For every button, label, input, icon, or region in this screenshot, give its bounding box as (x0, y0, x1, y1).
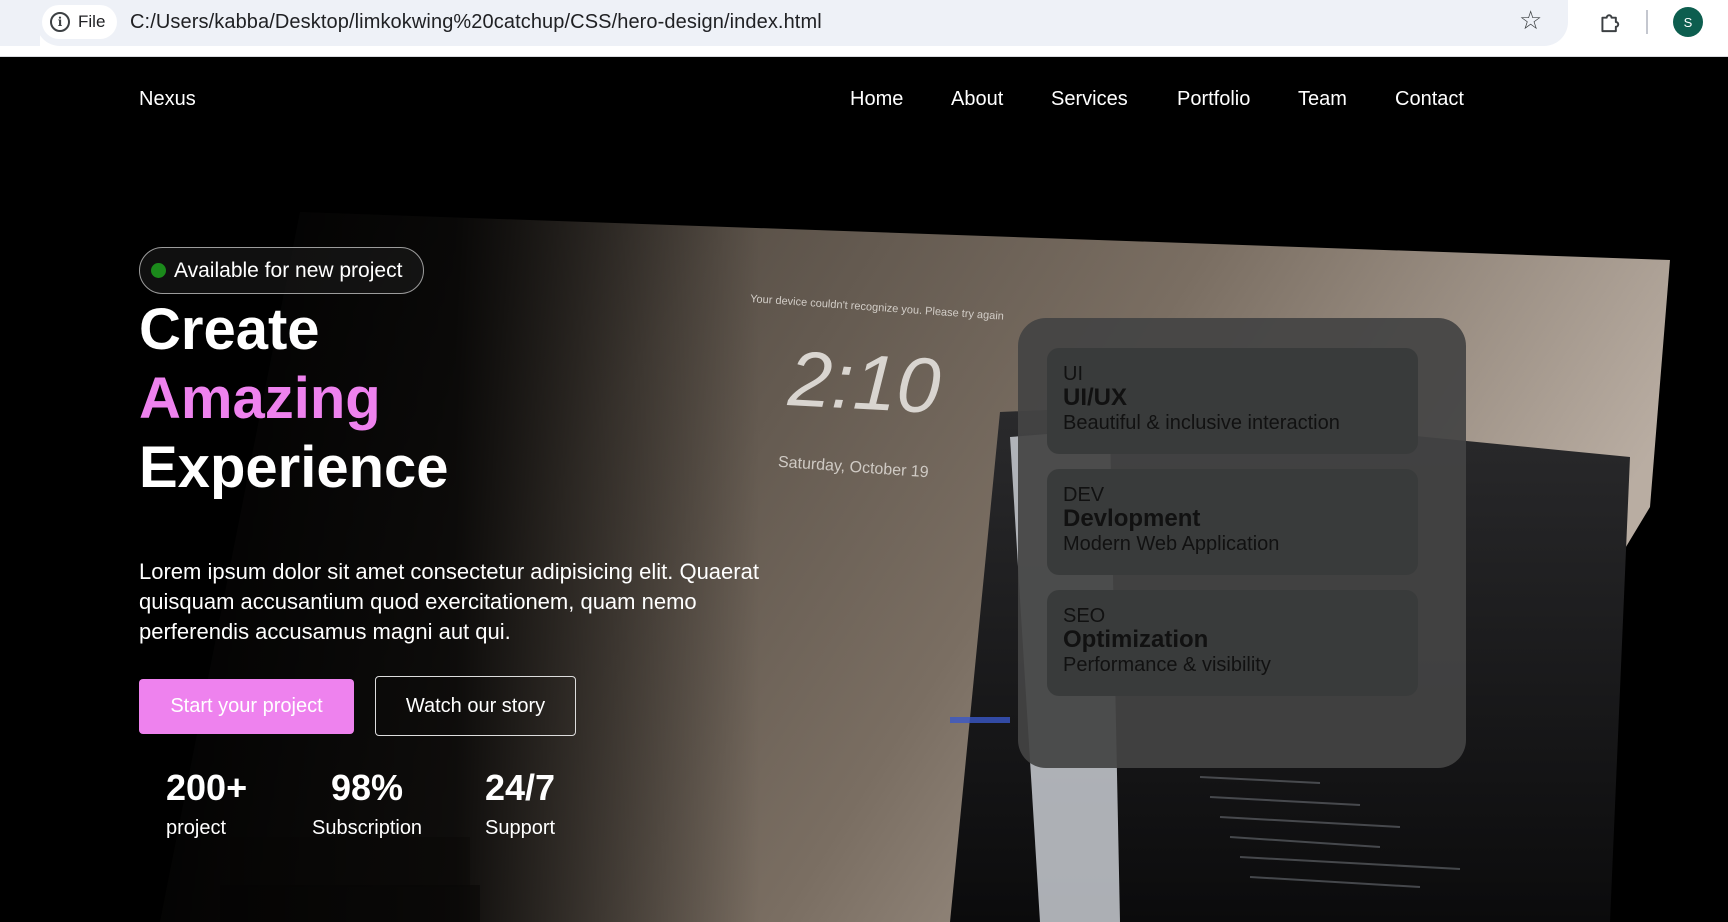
services-panel: UI UI/UX Beautiful & inclusive interacti… (1018, 318, 1466, 768)
url-text[interactable]: C:/Users/kabba/Desktop/limkokwing%20catc… (130, 11, 822, 34)
profile-avatar[interactable]: S (1673, 7, 1703, 37)
service-subtitle: Modern Web Application (1063, 533, 1280, 555)
site-info-label: File (78, 12, 106, 31)
service-subtitle: Performance & visibility (1063, 654, 1271, 676)
service-tag: SEO (1063, 605, 1106, 627)
watch-story-button[interactable]: Watch our story (375, 676, 576, 736)
address-bar[interactable]: i File C:/Users/kabba/Desktop/limkokwing… (0, 0, 1568, 46)
stat-value: 98% (331, 767, 404, 808)
nav-link-portfolio[interactable]: Portfolio (1177, 88, 1250, 111)
service-card-uiux[interactable]: UI UI/UX Beautiful & inclusive interacti… (1047, 348, 1418, 454)
nav-link-team[interactable]: Team (1298, 88, 1347, 111)
stat-label: Subscription (312, 817, 423, 839)
availability-text: Available for new project (174, 258, 403, 282)
service-subtitle: Beautiful & inclusive interaction (1063, 412, 1340, 434)
headline-line-1: Create (139, 297, 320, 362)
stat-value: 24/7 (485, 767, 556, 808)
headline-line-3: Experience (139, 435, 449, 500)
bookmark-star-icon[interactable]: ☆ (1519, 6, 1542, 36)
service-title: Optimization (1063, 626, 1209, 653)
stat-label: project (166, 817, 227, 839)
info-icon: i (50, 12, 70, 32)
stat-label: Support (485, 817, 556, 839)
service-title: Devlopment (1063, 505, 1201, 532)
service-tag: DEV (1063, 484, 1105, 506)
status-dot-icon (151, 263, 166, 278)
service-card-development[interactable]: DEV Devlopment Modern Web Application (1047, 469, 1418, 575)
headline-line-2: Amazing (139, 366, 381, 431)
stat-projects: 200+ project (166, 767, 247, 840)
extensions-puzzle-icon[interactable] (1597, 9, 1623, 35)
photo-clock-time: 2:10 (785, 334, 942, 430)
toolbar-divider (1646, 10, 1648, 34)
stat-subscription: 98% Subscription (312, 767, 422, 840)
nav-link-contact[interactable]: Contact (1395, 88, 1464, 111)
availability-badge: Available for new project (139, 247, 425, 294)
stat-support: 24/7 Support (485, 767, 555, 840)
nav-link-home[interactable]: Home (850, 88, 903, 111)
hero-page: 2:10 Saturday, October 19 Your device co… (0, 57, 1728, 922)
nav-link-about[interactable]: About (951, 88, 1003, 111)
browser-toolbar: ↻ i File C:/Users/kabba/Desktop/limkokwi… (0, 0, 1728, 57)
start-project-button[interactable]: Start your project (139, 679, 354, 734)
hero-description: Lorem ipsum dolor sit amet consectetur a… (139, 559, 759, 644)
site-logo[interactable]: Nexus (139, 88, 196, 111)
site-info-chip[interactable]: i File (42, 5, 118, 39)
service-card-optimization[interactable]: SEO Optimization Performance & visibilit… (1047, 590, 1418, 696)
nav-link-services[interactable]: Services (1051, 88, 1128, 111)
service-title: UI/UX (1063, 384, 1128, 411)
stat-value: 200+ (166, 767, 248, 808)
service-tag: UI (1063, 363, 1083, 385)
